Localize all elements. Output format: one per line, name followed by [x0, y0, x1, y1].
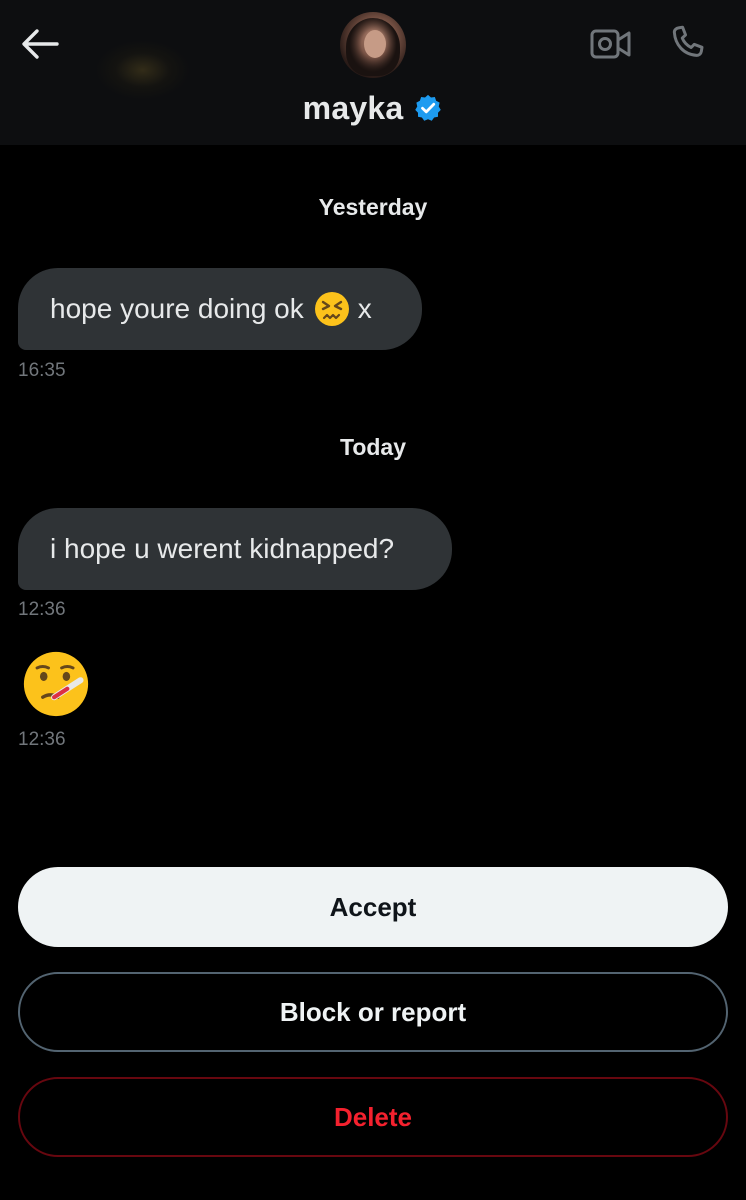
block-or-report-button[interactable]: Block or report [18, 972, 728, 1052]
verified-badge-icon [415, 94, 442, 121]
message-timestamp: 12:36 [18, 729, 66, 750]
message-bubble[interactable]: i hope u werent kidnapped? [18, 508, 452, 590]
message-timestamp: 12:36 [18, 599, 66, 620]
back-button[interactable] [18, 24, 62, 64]
message-text: hope youre doing ok [50, 293, 304, 324]
day-divider-today: Today [339, 434, 407, 460]
video-call-icon [590, 29, 631, 59]
dm-request-screen: mayka Yesterday hope youre doing ok x 16… [0, 0, 746, 1200]
confounded-face-emoji [314, 292, 349, 326]
phone-call-button[interactable] [664, 22, 712, 66]
video-call-button[interactable] [588, 24, 634, 64]
accept-button[interactable]: Accept [18, 867, 728, 947]
delete-button[interactable]: Delete [18, 1077, 728, 1157]
profile-name: mayka [302, 89, 404, 126]
day-divider-yesterday: Yesterday [318, 194, 428, 220]
message-text: i hope u werent kidnapped? [50, 533, 395, 564]
face-with-thermometer-emoji[interactable] [22, 650, 90, 718]
avatar[interactable] [340, 12, 406, 78]
conversation-header: mayka [0, 0, 746, 145]
message-bubble[interactable]: hope youre doing ok x [18, 268, 422, 350]
message-text-suffix: x [357, 293, 372, 324]
avatar-face [364, 30, 386, 58]
back-arrow-icon [22, 29, 59, 59]
profile-name-row[interactable]: mayka [0, 88, 746, 128]
message-timestamp: 16:35 [18, 360, 66, 381]
phone-icon [672, 25, 704, 57]
